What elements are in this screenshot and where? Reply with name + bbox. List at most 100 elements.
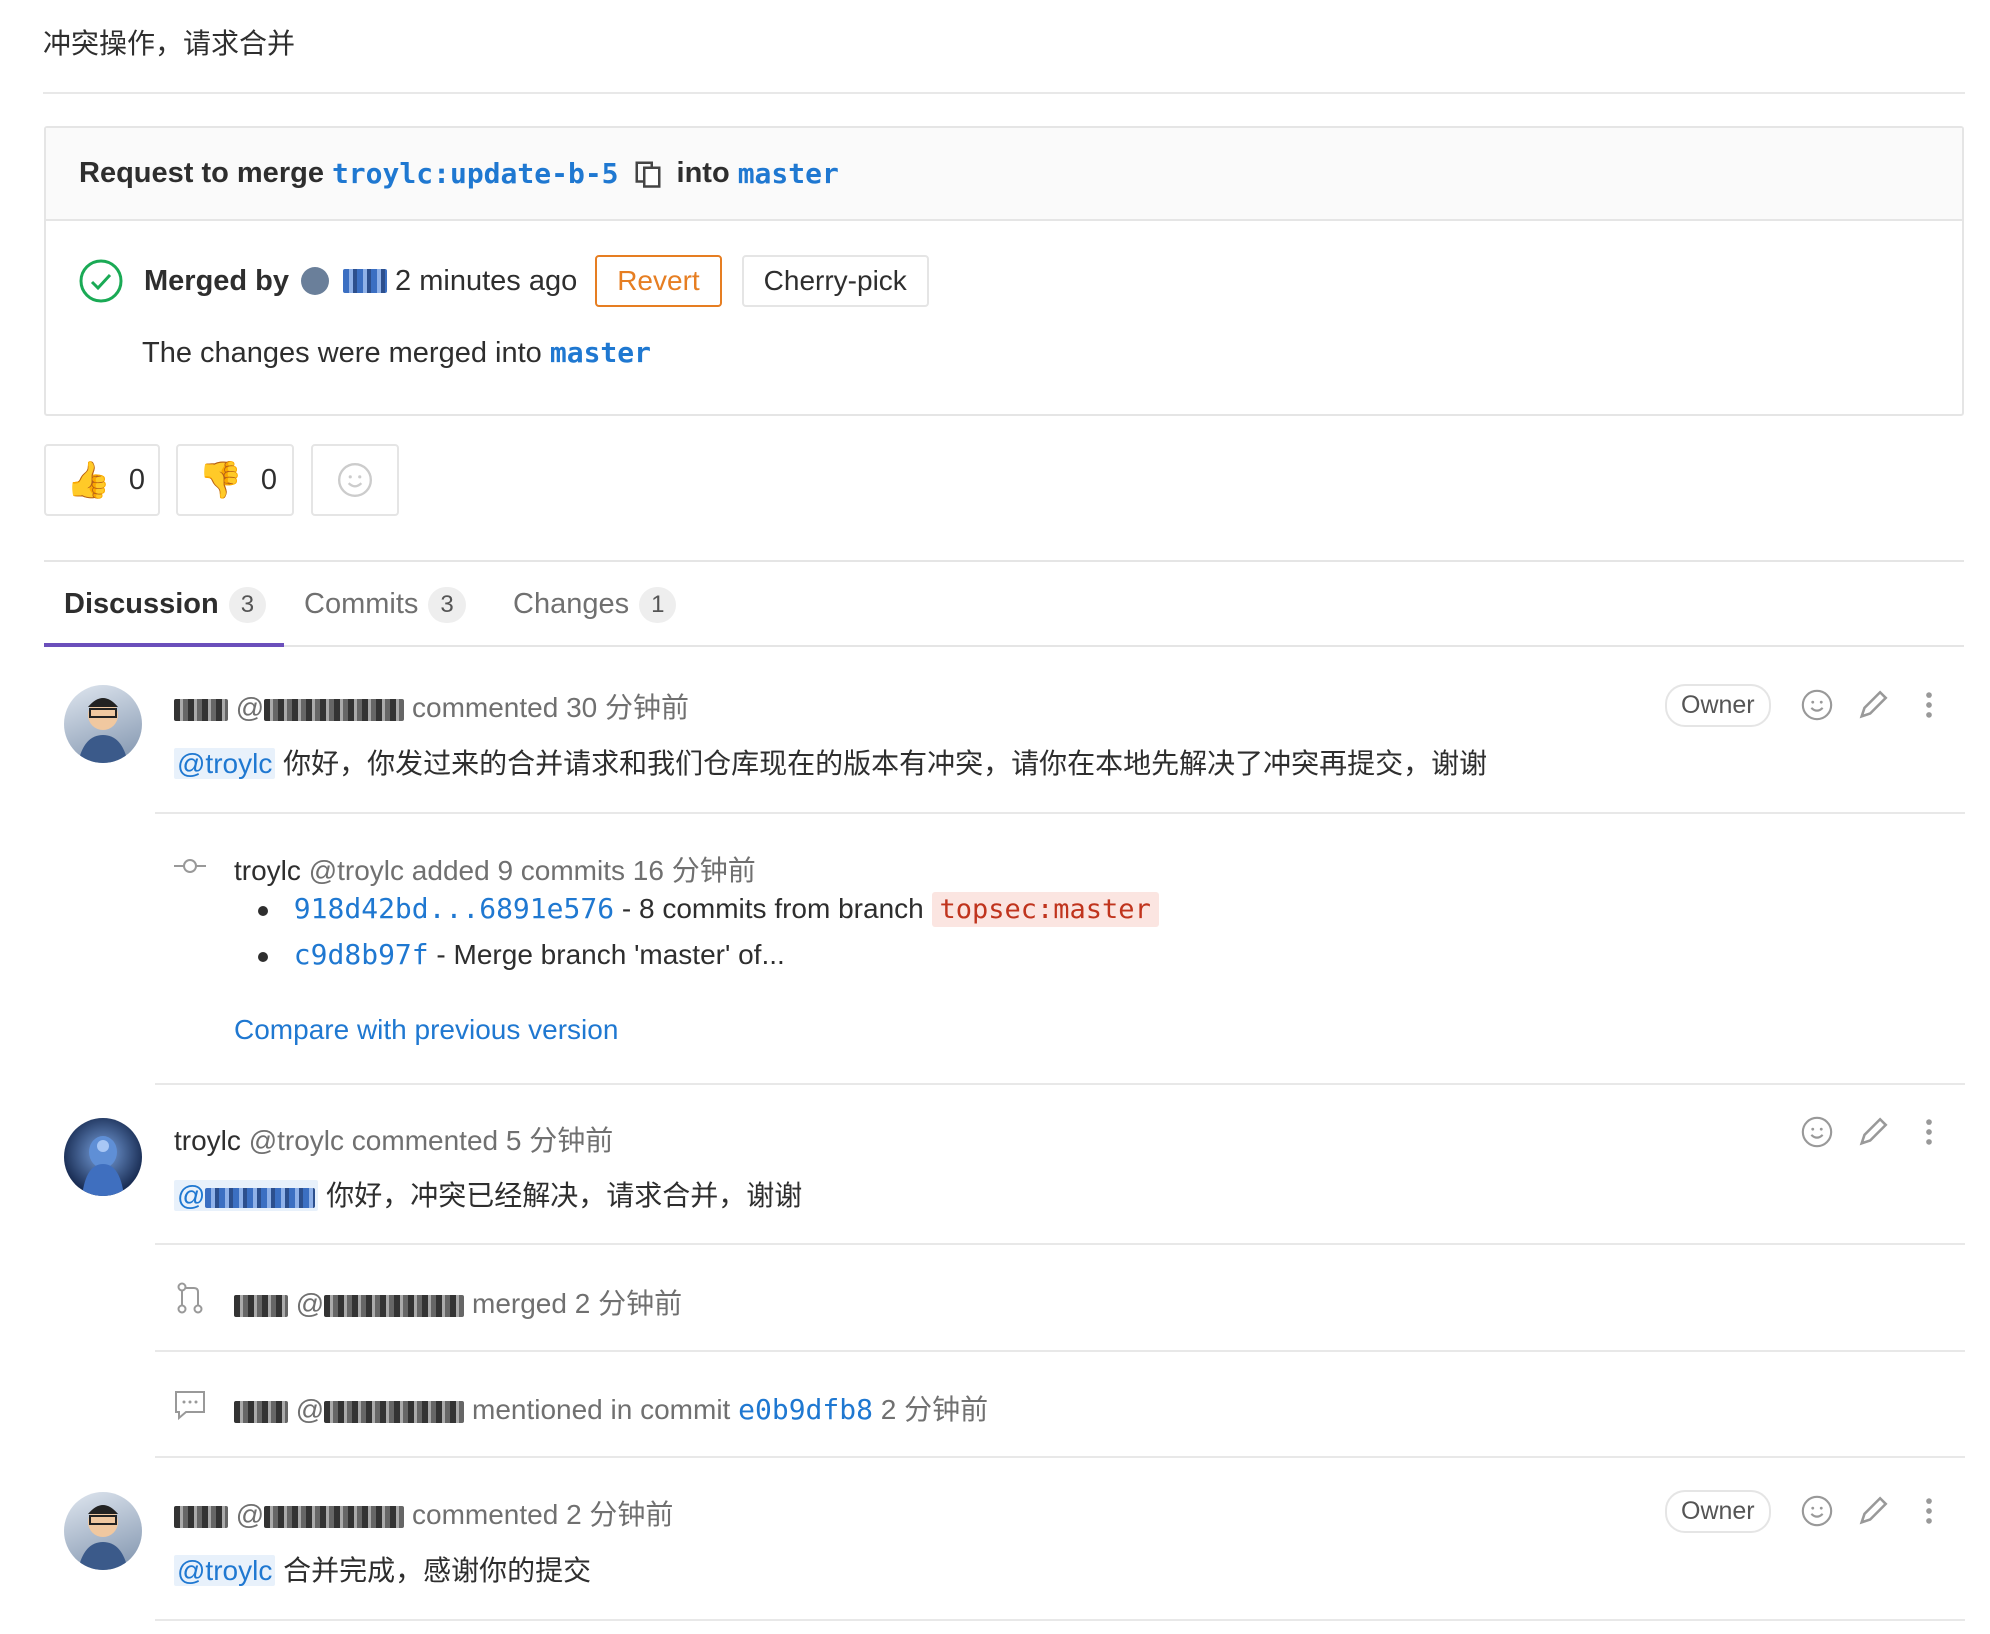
commit-range-link[interactable]: 918d42bd...6891e576 (294, 892, 614, 925)
author-name-redacted[interactable] (174, 1505, 228, 1528)
user-mention-link[interactable]: @troylc (174, 1555, 276, 1586)
author-name-redacted[interactable] (234, 1400, 288, 1423)
thumbsdown-award-button[interactable]: 👎 0 (176, 444, 294, 516)
author-name-redacted[interactable] (234, 1294, 288, 1317)
avatar[interactable] (64, 685, 142, 763)
note-action: merged 2 分钟前 (472, 1288, 683, 1319)
note-text: 你好，冲突已经解决，请求合并，谢谢 (326, 1180, 803, 1211)
tab-changes-count: 1 (639, 586, 677, 623)
compare-versions-link[interactable]: Compare with previous version (234, 1014, 618, 1046)
merge-header-prefix: Request to merge (79, 157, 324, 189)
tab-discussion[interactable]: Discussion 3 (64, 562, 267, 647)
avatar[interactable] (64, 1492, 142, 1570)
note-action: added 9 commits 16 分钟前 (411, 855, 756, 886)
owner-badge: Owner (1665, 1490, 1771, 1533)
merge-widget-header: Request to merge troylc:update-b-5 into … (46, 128, 1962, 221)
author-handle[interactable]: @troylc (249, 1125, 344, 1156)
note-header: @ commented 2 分钟前 (174, 1493, 673, 1533)
author-handle[interactable]: @ (236, 1499, 264, 1530)
merger-avatar[interactable] (301, 267, 330, 295)
merged-time: 2 minutes ago (395, 264, 578, 297)
branch-ref: topsec:master (931, 892, 1159, 927)
comment-icon (175, 1391, 205, 1421)
system-note-header: troylc @troylc added 9 commits 16 分钟前 (234, 849, 756, 889)
revert-button[interactable]: Revert (595, 255, 722, 307)
merge-widget: Request to merge troylc:update-b-5 into … (44, 126, 1964, 416)
author-name[interactable]: troylc (234, 855, 301, 886)
thumbsup-award-button[interactable]: 👍 0 (44, 444, 160, 516)
smiley-icon[interactable] (1800, 1494, 1834, 1528)
thumbsup-count: 0 (128, 463, 145, 496)
divider (155, 812, 1965, 814)
author-handle-redacted[interactable] (264, 698, 405, 721)
pencil-icon[interactable] (1856, 688, 1890, 722)
commit-list-item: 918d42bd...6891e576 - 8 commits from bra… (258, 892, 1159, 927)
merge-header-into: into (676, 157, 730, 189)
note-action: commented 30 分钟前 (412, 692, 689, 723)
commit-sha-link[interactable]: c9d8b97f (294, 938, 429, 971)
tab-commits[interactable]: Commits 3 (304, 562, 466, 647)
owner-badge: Owner (1665, 684, 1771, 727)
author-name-redacted[interactable] (174, 698, 228, 721)
source-branch-link[interactable]: troylc:update-b-5 (332, 157, 619, 190)
system-note-header: @ merged 2 分钟前 (234, 1282, 682, 1322)
note-header: @ commented 30 分钟前 (174, 686, 689, 726)
list-bullet (258, 905, 268, 916)
divider (43, 92, 1965, 94)
tab-commits-label: Commits (304, 588, 419, 620)
tab-discussion-count: 3 (228, 586, 267, 623)
divider (155, 1456, 1965, 1458)
thumbsdown-count: 0 (260, 463, 277, 496)
author-handle-redacted[interactable] (324, 1294, 465, 1317)
merged-by-label: Merged by (144, 264, 290, 297)
active-tab-indicator (44, 643, 284, 647)
author-handle[interactable]: @ (296, 1288, 324, 1319)
thumbsup-icon: 👍 (66, 459, 111, 500)
merger-name-redacted[interactable] (343, 269, 388, 293)
user-mention-link[interactable]: @troylc (174, 748, 276, 779)
tab-discussion-label: Discussion (64, 588, 219, 620)
note-body: @troylc 你好，你发过来的合并请求和我们仓库现在的版本有冲突，请你在本地先… (174, 742, 1487, 782)
note-body: @ 你好，冲突已经解决，请求合并，谢谢 (174, 1174, 802, 1214)
tab-changes[interactable]: Changes 1 (513, 562, 677, 647)
add-reaction-button[interactable] (311, 444, 399, 516)
system-note-header: @ mentioned in commit e0b9dfb8 2 分钟前 (234, 1388, 988, 1428)
divider (155, 1619, 1965, 1621)
commit-sha-link[interactable]: e0b9dfb8 (738, 1393, 873, 1426)
commit-text: - 8 commits from branch (621, 893, 924, 924)
commit-text: - Merge branch 'master' of... (436, 939, 785, 970)
cherry-pick-button[interactable]: Cherry-pick (741, 255, 929, 307)
smiley-icon[interactable] (1800, 688, 1834, 722)
merged-info-prefix: The changes were merged into (142, 337, 542, 369)
divider (155, 1243, 1965, 1245)
more-actions-icon[interactable] (1912, 1115, 1946, 1149)
note-text: 你好，你发过来的合并请求和我们仓库现在的版本有冲突，请你在本地先解决了冲突再提交… (283, 748, 1488, 779)
note-text: 合并完成，感谢你的提交 (283, 1555, 592, 1586)
author-name[interactable]: troylc (174, 1125, 241, 1156)
commit-list-item: c9d8b97f - Merge branch 'master' of... (258, 938, 785, 971)
author-handle[interactable]: @ (296, 1394, 324, 1425)
author-handle-redacted[interactable] (264, 1505, 405, 1528)
tab-changes-label: Changes (513, 588, 630, 620)
copy-icon[interactable] (633, 159, 663, 189)
more-actions-icon[interactable] (1912, 688, 1946, 722)
mr-description: 冲突操作，请求合并 (43, 28, 296, 59)
success-check-icon (79, 259, 123, 303)
merged-info-branch-link[interactable]: master (550, 336, 651, 369)
smiley-icon (337, 462, 373, 498)
note-action: commented 5 分钟前 (351, 1125, 614, 1156)
note-body: @troylc 合并完成，感谢你的提交 (174, 1549, 591, 1589)
author-handle-redacted[interactable] (324, 1400, 465, 1423)
pencil-icon[interactable] (1856, 1115, 1890, 1149)
avatar[interactable] (64, 1118, 142, 1196)
mr-tabs: Discussion 3 Commits 3 Changes 1 (44, 560, 1964, 647)
more-actions-icon[interactable] (1912, 1494, 1946, 1528)
author-handle[interactable]: @ (236, 692, 264, 723)
merge-icon (177, 1282, 203, 1314)
tab-commits-count: 3 (428, 586, 466, 623)
pencil-icon[interactable] (1856, 1494, 1890, 1528)
smiley-icon[interactable] (1800, 1115, 1834, 1149)
user-mention-link[interactable]: @ (174, 1180, 319, 1211)
author-handle[interactable]: @troylc (309, 855, 404, 886)
target-branch-link[interactable]: master (738, 157, 839, 190)
